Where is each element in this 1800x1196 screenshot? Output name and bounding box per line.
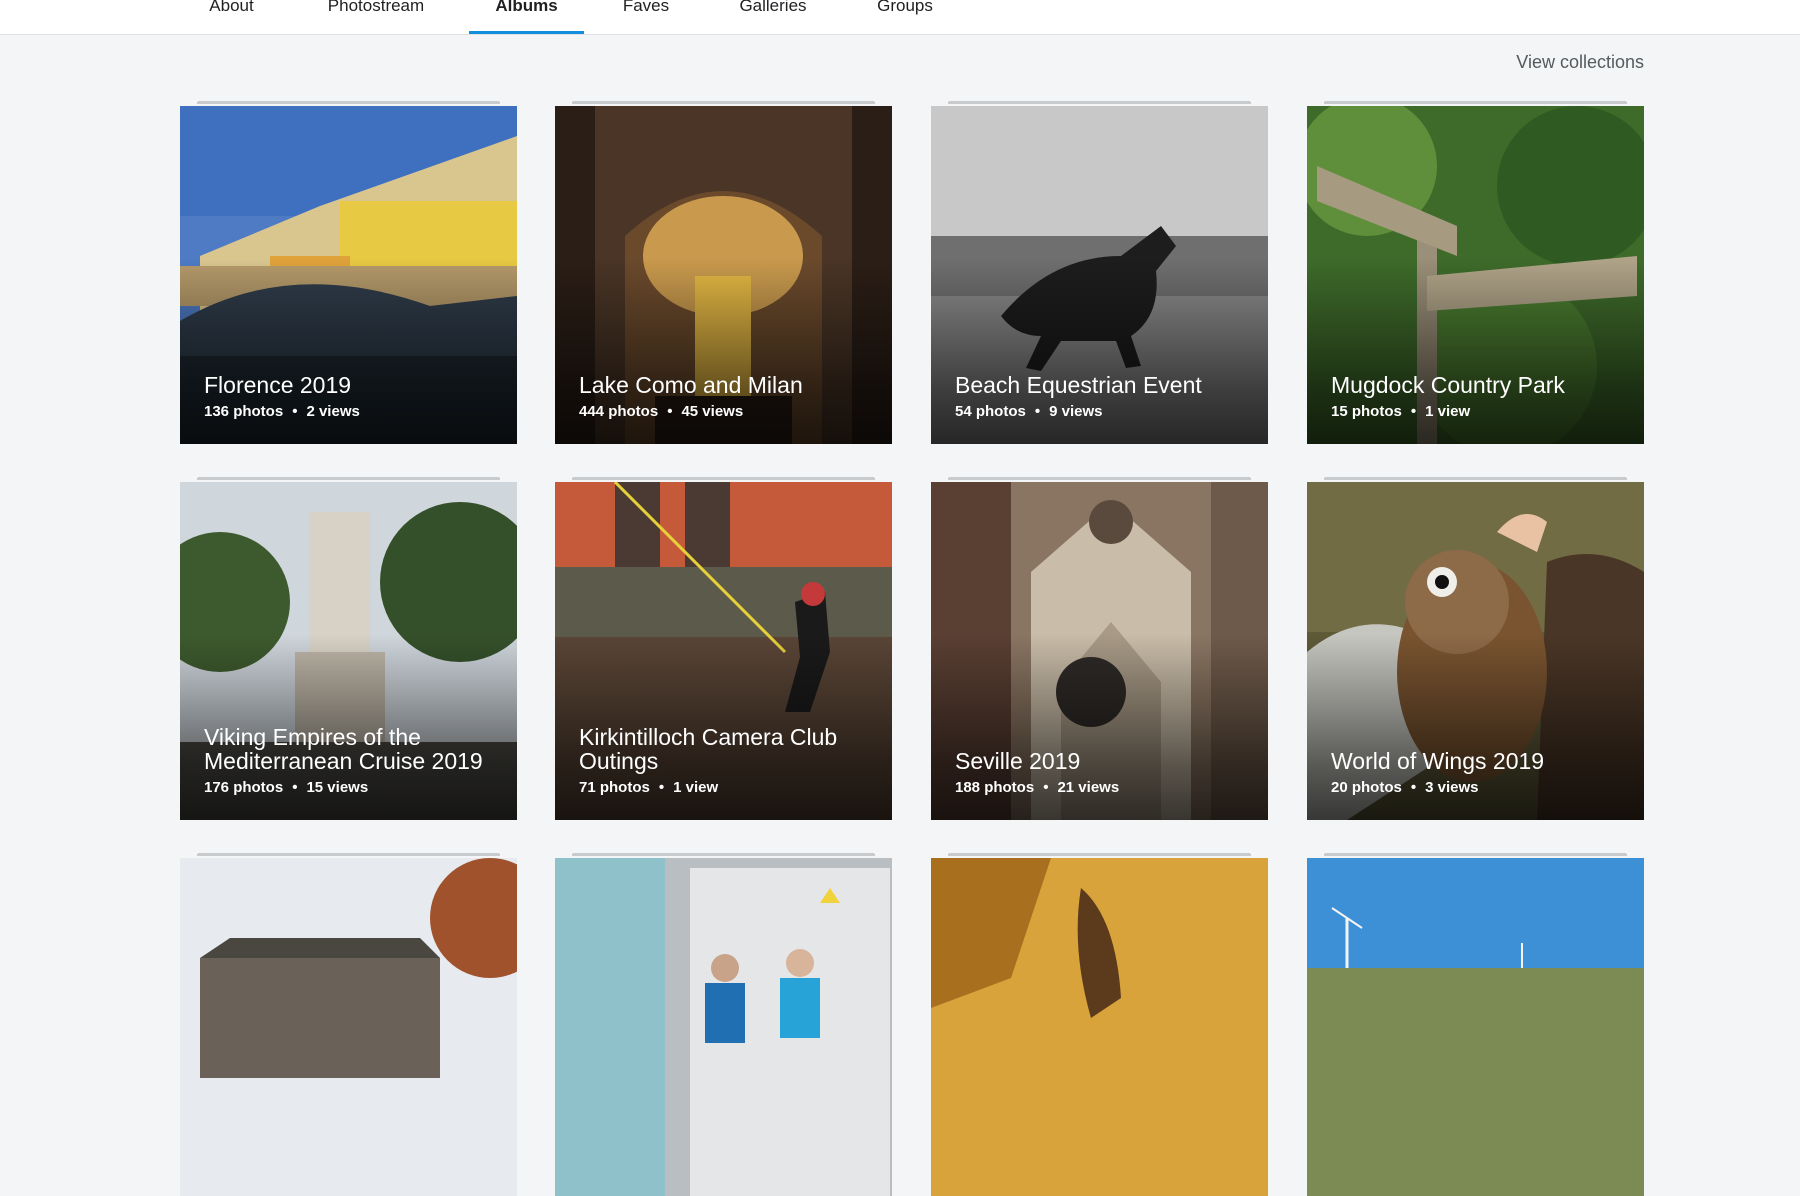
photo-count: 20 photos	[1331, 779, 1402, 796]
view-count: 9 views	[1049, 403, 1103, 420]
album-stats: 71 photos • 1 view	[579, 779, 872, 796]
album-info: Seville 2019 188 photos • 21 views	[955, 749, 1248, 796]
album-card[interactable]	[1307, 853, 1644, 1196]
album-card[interactable]: Lake Como and Milan 444 photos • 45 views	[555, 101, 892, 444]
album-card[interactable]: Seville 2019 188 photos • 21 views	[931, 477, 1268, 820]
album-info: Beach Equestrian Event 54 photos • 9 views	[955, 373, 1248, 420]
album-stack-edge	[572, 101, 875, 104]
album-title: World of Wings 2019	[1331, 748, 1545, 774]
album-info: Florence 2019 136 photos • 2 views	[204, 373, 497, 420]
separator-dot: •	[1034, 403, 1041, 420]
album-title: Beach Equestrian Event	[955, 372, 1202, 398]
photo-count: 176 photos	[204, 779, 284, 796]
photo-count: 15 photos	[1331, 403, 1402, 420]
album-stats: 15 photos • 1 view	[1331, 403, 1624, 420]
view-count: 1 view	[1425, 403, 1471, 420]
album-title: Lake Como and Milan	[579, 372, 803, 398]
album-stats: 176 photos • 15 views	[204, 779, 497, 796]
view-count: 3 views	[1425, 779, 1479, 796]
album-card[interactable]	[180, 853, 517, 1196]
album-stats: 54 photos • 9 views	[955, 403, 1248, 420]
album-card[interactable]: Florence 2019 136 photos • 2 views	[180, 101, 517, 444]
separator-dot: •	[667, 403, 673, 420]
album-cover-image	[180, 858, 517, 1196]
album-card[interactable]	[555, 853, 892, 1196]
album-stats: 444 photos • 45 views	[579, 403, 872, 420]
album-stats: 188 photos • 21 views	[955, 779, 1248, 796]
albums-grid: Florence 2019 136 photos • 2 views Lake Co…	[0, 0, 1800, 1196]
view-count: 15 views	[306, 779, 369, 796]
album-cover-image	[555, 858, 892, 1196]
album-stack-edge	[197, 477, 500, 480]
album-info: Lake Como and Milan 444 photos • 45 views	[579, 373, 872, 420]
album-info: World of Wings 2019 20 photos • 3 views	[1331, 749, 1624, 796]
separator-dot: •	[292, 779, 298, 796]
view-count: 45 views	[681, 403, 744, 420]
separator-dot: •	[1043, 779, 1049, 796]
album-title: Kirkintilloch Camera Club Outings	[579, 724, 838, 774]
photo-count: 71 photos	[579, 779, 650, 796]
view-count: 1 view	[673, 779, 719, 796]
album-stack-edge	[572, 477, 875, 480]
separator-dot: •	[1410, 779, 1417, 796]
separator-dot: •	[292, 403, 298, 420]
album-card[interactable]: Kirkintilloch Camera Club Outings 71 pho…	[555, 477, 892, 820]
album-info: Viking Empires of the Mediterranean Crui…	[204, 725, 497, 796]
album-stack-edge	[197, 853, 500, 856]
album-stack-edge	[1324, 477, 1627, 480]
album-stack-edge	[197, 101, 500, 104]
album-stack-edge	[1324, 853, 1627, 856]
album-stats: 136 photos • 2 views	[204, 403, 497, 420]
photo-count: 444 photos	[579, 403, 659, 420]
view-count: 21 views	[1057, 779, 1120, 796]
album-info: Mugdock Country Park 15 photos • 1 view	[1331, 373, 1624, 420]
photo-count: 136 photos	[204, 403, 284, 420]
album-card[interactable]	[931, 853, 1268, 1196]
photo-count: 54 photos	[955, 403, 1026, 420]
album-stack-edge	[572, 853, 875, 856]
album-stats: 20 photos • 3 views	[1331, 779, 1624, 796]
album-stack-edge	[948, 853, 1251, 856]
album-cover-image	[931, 858, 1268, 1196]
album-title: Viking Empires of the Mediterranean Crui…	[204, 724, 483, 774]
album-card[interactable]: Viking Empires of the Mediterranean Crui…	[180, 477, 517, 820]
photo-count: 188 photos	[955, 779, 1035, 796]
view-count: 2 views	[306, 403, 360, 420]
album-title: Seville 2019	[955, 748, 1081, 774]
album-stack-edge	[1324, 101, 1627, 104]
album-title: Florence 2019	[204, 372, 352, 398]
album-stack-edge	[948, 477, 1251, 480]
album-card[interactable]: Mugdock Country Park 15 photos • 1 view	[1307, 101, 1644, 444]
separator-dot: •	[1410, 403, 1417, 420]
album-card[interactable]: Beach Equestrian Event 54 photos • 9 views	[931, 101, 1268, 444]
album-card[interactable]: World of Wings 2019 20 photos • 3 views	[1307, 477, 1644, 820]
album-title: Mugdock Country Park	[1331, 372, 1565, 398]
album-info: Kirkintilloch Camera Club Outings 71 pho…	[579, 725, 872, 796]
album-stack-edge	[948, 101, 1251, 104]
separator-dot: •	[658, 779, 665, 796]
album-cover-image	[1307, 858, 1644, 1196]
